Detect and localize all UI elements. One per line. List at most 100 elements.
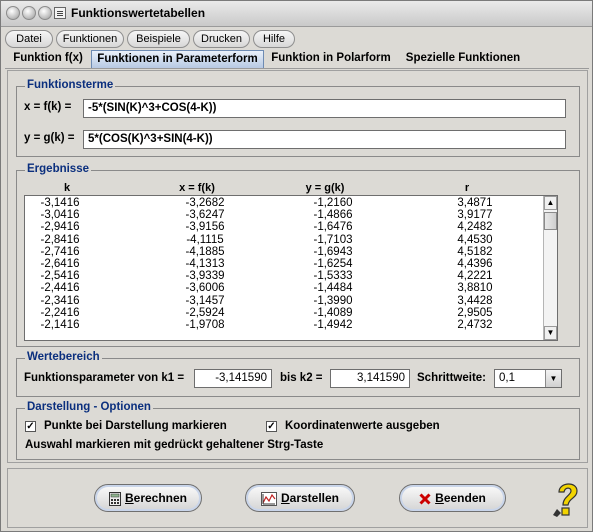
table-cell: -2,5416 bbox=[40, 270, 80, 283]
column-header-y: y = g(k) bbox=[305, 182, 345, 194]
table-row[interactable]: -2,8416 -4,1115 -1,7103 4,4530 bbox=[25, 234, 545, 246]
funktionsterme-group: Funktionsterme x = f(k) = -5*(SIN(K)^3+C… bbox=[16, 79, 580, 157]
table-row[interactable]: -2,5416 -3,9339 -1,5333 4,2221 bbox=[25, 270, 545, 282]
scroll-up-icon[interactable]: ▲ bbox=[544, 196, 557, 210]
table-cell: -2,2416 bbox=[40, 306, 80, 319]
scroll-down-icon[interactable]: ▼ bbox=[544, 326, 557, 340]
table-row[interactable]: -3,0416 -3,6247 -1,4866 3,9177 bbox=[25, 209, 545, 221]
koordinaten-checkbox[interactable]: ✓ bbox=[266, 421, 277, 432]
table-row[interactable]: -2,2416 -2,5924 -1,4089 2,9505 bbox=[25, 307, 545, 319]
column-header-x: x = f(k) bbox=[179, 182, 215, 194]
strg-hint: Auswahl markieren mit gedrückt gehaltene… bbox=[25, 439, 324, 451]
table-row[interactable]: -2,1416 -1,9708 -1,4942 2,4732 bbox=[25, 319, 545, 331]
menu-datei[interactable]: Datei bbox=[5, 30, 53, 48]
ergebnisse-group: Ergebnisse k x = f(k) y = g(k) r -3,1416… bbox=[16, 163, 580, 347]
k2-label: bis k2 = bbox=[280, 372, 323, 384]
schrittweite-label: Schrittweite: bbox=[417, 372, 487, 384]
table-cell: -4,1313 bbox=[185, 258, 225, 270]
table-cell: -3,6006 bbox=[185, 282, 225, 295]
menu-hilfe[interactable]: Hilfe bbox=[253, 30, 295, 48]
minimize-window-icon[interactable] bbox=[22, 6, 36, 20]
table-cell: -2,9416 bbox=[40, 221, 80, 234]
darstellen-label: arstellen bbox=[289, 491, 340, 505]
darstellung-group: Darstellung - Optionen ✓ Punkte bei Dars… bbox=[16, 401, 580, 460]
table-cell: 3,4871 bbox=[457, 197, 493, 209]
tab-funktion-fx[interactable]: Funktion f(x) bbox=[7, 50, 89, 68]
table-cell: 2,4732 bbox=[457, 319, 493, 331]
table-cell: -1,6943 bbox=[313, 245, 353, 258]
table-cell: 4,4396 bbox=[457, 258, 493, 270]
button-bar: Berechnen Darstellen Beenden bbox=[7, 468, 588, 528]
beenden-label: eenden bbox=[443, 491, 486, 505]
table-cell: 4,2221 bbox=[457, 270, 493, 283]
table-row[interactable]: -2,4416 -3,6006 -1,4484 3,8810 bbox=[25, 282, 545, 294]
app-window: Funktionswertetabellen Datei Funktionen … bbox=[0, 0, 593, 532]
table-cell: -2,6416 bbox=[40, 258, 80, 270]
table-cell: -1,4089 bbox=[313, 306, 353, 319]
table-row[interactable]: -2,7416 -4,1885 -1,6943 4,5182 bbox=[25, 246, 545, 258]
close-window-icon[interactable] bbox=[6, 6, 20, 20]
darstellen-mnemonic: D bbox=[280, 491, 290, 505]
table-cell: 4,5182 bbox=[457, 245, 493, 258]
k1-input[interactable]: -3,141590 bbox=[194, 369, 272, 388]
table-cell: -3,1416 bbox=[40, 197, 80, 209]
berechnen-mnemonic: B bbox=[124, 491, 134, 505]
table-cell: -3,6247 bbox=[185, 209, 225, 222]
koordinaten-label: Koordinatenwerte ausgeben bbox=[285, 420, 440, 432]
table-cell: -2,7416 bbox=[40, 245, 80, 258]
table-row[interactable]: -3,1416 -3,2682 -1,2160 3,4871 bbox=[25, 197, 545, 209]
menu-beispiele[interactable]: Beispiele bbox=[127, 30, 190, 48]
table-cell: 3,9177 bbox=[457, 209, 493, 222]
help-icon[interactable] bbox=[551, 478, 583, 518]
table-row[interactable]: -2,6416 -4,1313 -1,6254 4,4396 bbox=[25, 258, 545, 270]
y-formula-input[interactable]: 5*(COS(K)^3+SIN(4-K)) bbox=[83, 130, 566, 149]
k1-label: Funktionsparameter von k1 = bbox=[24, 372, 185, 384]
berechnen-label: erechnen bbox=[133, 491, 188, 505]
menu-drucken[interactable]: Drucken bbox=[193, 30, 250, 48]
table-cell: -1,5333 bbox=[313, 270, 353, 283]
window-title: Funktionswertetabellen bbox=[71, 6, 206, 20]
punkte-checkbox[interactable]: ✓ bbox=[25, 421, 36, 432]
table-cell: -1,6254 bbox=[313, 258, 353, 270]
maximize-window-icon[interactable] bbox=[38, 6, 52, 20]
menu-funktionen[interactable]: Funktionen bbox=[56, 30, 124, 48]
table-cell: -2,3416 bbox=[40, 294, 80, 307]
berechnen-button[interactable]: Berechnen bbox=[94, 484, 202, 512]
table-cell: 4,2482 bbox=[457, 221, 493, 234]
graph-icon bbox=[260, 491, 277, 506]
table-cell: -1,4866 bbox=[313, 209, 353, 222]
tab-parameterform[interactable]: Funktionen in Parameterform bbox=[91, 50, 264, 68]
table-cell: -1,9708 bbox=[185, 319, 225, 331]
table-row[interactable]: -2,3416 -3,1457 -1,3990 3,4428 bbox=[25, 295, 545, 307]
table-cell: -3,0416 bbox=[40, 209, 80, 222]
table-cell: 4,4530 bbox=[457, 233, 493, 246]
table-cell: -1,3990 bbox=[313, 294, 353, 307]
beenden-button[interactable]: Beenden bbox=[399, 484, 506, 512]
y-formula-label: y = g(k) = bbox=[24, 132, 75, 144]
table-cell: 3,8810 bbox=[457, 282, 493, 295]
column-header-r: r bbox=[464, 182, 470, 194]
scroll-thumb[interactable] bbox=[544, 212, 557, 230]
results-scrollbar[interactable]: ▲ ▼ bbox=[543, 196, 557, 340]
table-cell: -3,9156 bbox=[185, 221, 225, 234]
results-list[interactable]: -3,1416 -3,2682 -1,2160 3,4871 -3,0416 -3,624… bbox=[24, 195, 558, 341]
punkte-label: Punkte bei Darstellung markieren bbox=[44, 420, 227, 432]
funktionsterme-legend: Funktionsterme bbox=[25, 79, 116, 91]
table-row[interactable]: -2,9416 -3,9156 -1,6476 4,2482 bbox=[25, 221, 545, 233]
darstellung-legend: Darstellung - Optionen bbox=[25, 401, 153, 413]
darstellen-button[interactable]: Darstellen bbox=[245, 484, 355, 512]
chevron-down-icon[interactable]: ▼ bbox=[545, 370, 561, 387]
table-cell: -1,6476 bbox=[313, 221, 353, 234]
tab-spezielle-funktionen[interactable]: Spezielle Funktionen bbox=[398, 50, 528, 68]
table-cell: -2,5924 bbox=[185, 306, 225, 319]
table-cell: -1,2160 bbox=[313, 197, 353, 209]
table-cell: -2,1416 bbox=[40, 319, 80, 331]
schrittweite-select[interactable]: 0,1 ▼ bbox=[494, 369, 562, 388]
app-icon bbox=[54, 7, 66, 19]
beenden-mnemonic: B bbox=[435, 491, 444, 505]
k2-input[interactable]: 3,141590 bbox=[330, 369, 410, 388]
x-formula-input[interactable]: -5*(SIN(K)^3+COS(4-K)) bbox=[83, 99, 566, 118]
tab-polarform[interactable]: Funktion in Polarform bbox=[266, 50, 396, 68]
table-cell: -4,1115 bbox=[186, 233, 224, 246]
table-cell: -1,7103 bbox=[313, 233, 353, 246]
